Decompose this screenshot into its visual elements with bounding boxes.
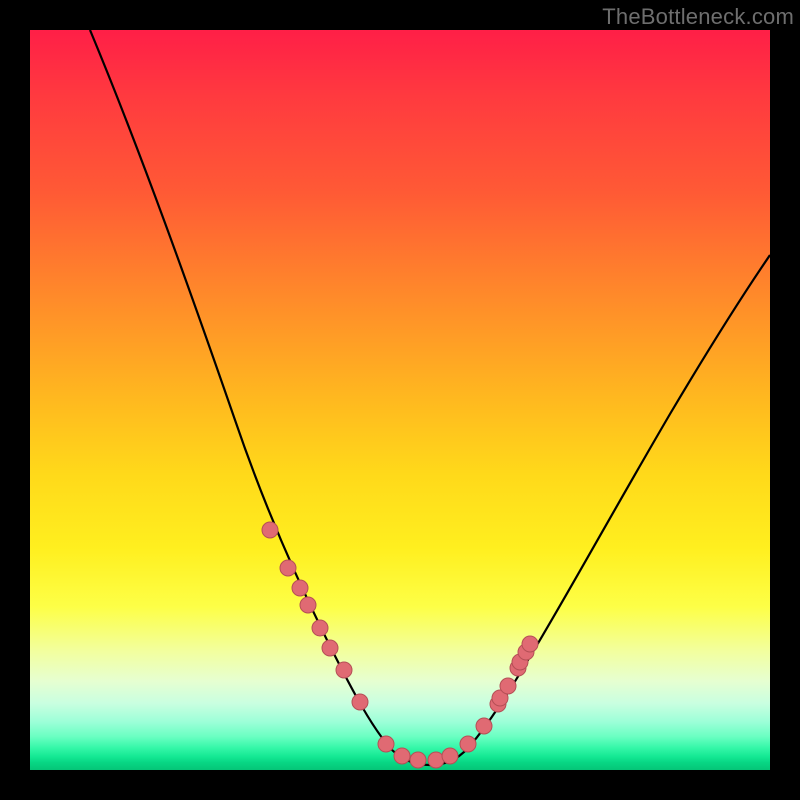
data-dot bbox=[460, 736, 476, 752]
data-dot bbox=[500, 678, 516, 694]
data-dot bbox=[394, 748, 410, 764]
plot-area bbox=[30, 30, 770, 770]
data-dot bbox=[352, 694, 368, 710]
data-dot bbox=[428, 752, 444, 768]
data-dot bbox=[312, 620, 328, 636]
data-dot bbox=[476, 718, 492, 734]
data-dot bbox=[280, 560, 296, 576]
chart-svg bbox=[30, 30, 770, 770]
data-dot bbox=[522, 636, 538, 652]
data-dot bbox=[292, 580, 308, 596]
data-dot bbox=[410, 752, 426, 768]
data-dot bbox=[300, 597, 316, 613]
data-dot bbox=[336, 662, 352, 678]
watermark-text: TheBottleneck.com bbox=[602, 4, 794, 30]
data-dot bbox=[262, 522, 278, 538]
data-dot bbox=[378, 736, 394, 752]
data-dot bbox=[322, 640, 338, 656]
dot-cluster bbox=[262, 522, 538, 768]
data-dot bbox=[442, 748, 458, 764]
chart-frame: TheBottleneck.com bbox=[0, 0, 800, 800]
bottleneck-curve bbox=[90, 30, 770, 765]
